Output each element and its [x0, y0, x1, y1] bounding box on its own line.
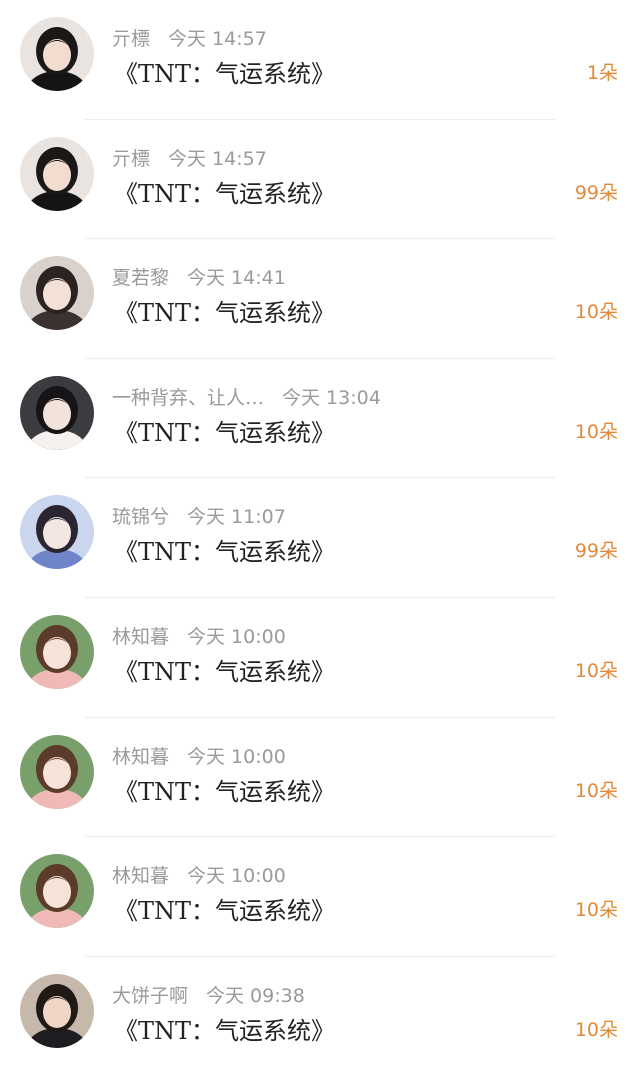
book-title[interactable]: 《TNT：气运系统》 [114, 772, 335, 807]
timestamp: 今天 09:38 [206, 984, 305, 1007]
item-meta: 夏若黎 今天 14:41 [112, 263, 286, 290]
item-meta: 一种背弃、让人… 今天 13:04 [112, 383, 381, 410]
avatar-image [20, 614, 94, 689]
book-title[interactable]: 《TNT：气运系统》 [114, 532, 335, 567]
list-item[interactable]: 林知暮 今天 10:00 《TNT：气运系统》 10朵 [0, 598, 640, 718]
timestamp: 今天 13:04 [282, 386, 381, 409]
avatar-image [20, 495, 94, 570]
user-name[interactable]: 亓標 [112, 28, 150, 50]
user-name[interactable]: 亓標 [112, 148, 150, 170]
list-item[interactable]: 林知暮 今天 10:00 《TNT：气运系统》 10朵 [0, 718, 640, 838]
avatar[interactable] [20, 375, 94, 450]
item-meta: 林知暮 今天 10:00 [112, 742, 286, 769]
avatar[interactable] [20, 17, 94, 91]
gift-count: 10朵 [574, 779, 618, 802]
gift-count: 10朵 [574, 1018, 618, 1041]
avatar-image [20, 256, 94, 331]
user-name[interactable]: 夏若黎 [112, 267, 169, 289]
book-title[interactable]: 《TNT：气运系统》 [114, 174, 335, 209]
user-name[interactable]: 林知暮 [112, 746, 169, 768]
user-name[interactable]: 一种背弃、让人… [112, 387, 264, 409]
item-meta: 亓標 今天 14:57 [112, 144, 267, 171]
list-item[interactable]: 亓標 今天 14:57 《TNT：气运系统》 99朵 [0, 120, 640, 240]
avatar[interactable] [20, 734, 94, 809]
gift-count: 10朵 [574, 659, 618, 682]
timestamp: 今天 14:57 [168, 147, 267, 170]
book-title[interactable]: 《TNT：气运系统》 [114, 54, 335, 89]
user-name[interactable]: 大饼子啊 [112, 985, 188, 1007]
avatar[interactable] [20, 256, 94, 331]
avatar[interactable] [20, 495, 94, 570]
timestamp: 今天 11:07 [187, 506, 286, 529]
avatar-image [20, 973, 94, 1048]
book-title[interactable]: 《TNT：气运系统》 [114, 891, 335, 926]
gift-count: 99朵 [574, 540, 618, 563]
user-name[interactable]: 林知暮 [112, 626, 169, 648]
item-meta: 亓標 今天 14:57 [112, 24, 267, 51]
gift-count: 99朵 [574, 181, 618, 204]
item-meta: 林知暮 今天 10:00 [112, 622, 286, 649]
item-meta: 琉锦兮 今天 11:07 [112, 502, 286, 529]
gift-count: 10朵 [574, 899, 618, 922]
user-name[interactable]: 琉锦兮 [112, 506, 169, 528]
timestamp: 今天 10:00 [187, 745, 286, 768]
item-meta: 林知暮 今天 10:00 [112, 861, 286, 888]
timestamp: 今天 14:57 [168, 28, 267, 50]
user-name[interactable]: 林知暮 [112, 865, 169, 887]
timestamp: 今天 10:00 [187, 865, 286, 888]
item-meta: 大饼子啊 今天 09:38 [112, 981, 305, 1008]
gift-count: 1朵 [586, 62, 618, 84]
timestamp: 今天 10:00 [187, 625, 286, 648]
book-title[interactable]: 《TNT：气运系统》 [114, 413, 335, 448]
list-item[interactable]: 一种背弃、让人… 今天 13:04 《TNT：气运系统》 10朵 [0, 359, 640, 479]
avatar-image [20, 17, 94, 91]
book-title[interactable]: 《TNT：气运系统》 [114, 293, 335, 328]
book-title[interactable]: 《TNT：气运系统》 [114, 1011, 335, 1046]
list-item[interactable]: 琉锦兮 今天 11:07 《TNT：气运系统》 99朵 [0, 478, 640, 598]
avatar-image [20, 136, 94, 211]
gift-record-list: 亓標 今天 14:57 《TNT：气运系统》 1朵 亓標 今天 14:57 《TNT… [0, 0, 640, 1078]
list-item[interactable]: 夏若黎 今天 14:41 《TNT：气运系统》 10朵 [0, 239, 640, 359]
avatar-image [20, 734, 94, 809]
gift-count: 10朵 [574, 420, 618, 443]
avatar-image [20, 375, 94, 450]
list-item[interactable]: 亓標 今天 14:57 《TNT：气运系统》 1朵 [0, 0, 640, 120]
avatar[interactable] [20, 136, 94, 211]
timestamp: 今天 14:41 [187, 267, 286, 290]
avatar[interactable] [20, 973, 94, 1048]
gift-count: 10朵 [574, 301, 618, 324]
avatar[interactable] [20, 854, 94, 929]
list-item[interactable]: 林知暮 今天 10:00 《TNT：气运系统》 10朵 [0, 837, 640, 957]
avatar-image [20, 854, 94, 929]
list-item[interactable]: 大饼子啊 今天 09:38 《TNT：气运系统》 10朵 [0, 957, 640, 1077]
avatar[interactable] [20, 614, 94, 689]
book-title[interactable]: 《TNT：气运系统》 [114, 652, 335, 687]
